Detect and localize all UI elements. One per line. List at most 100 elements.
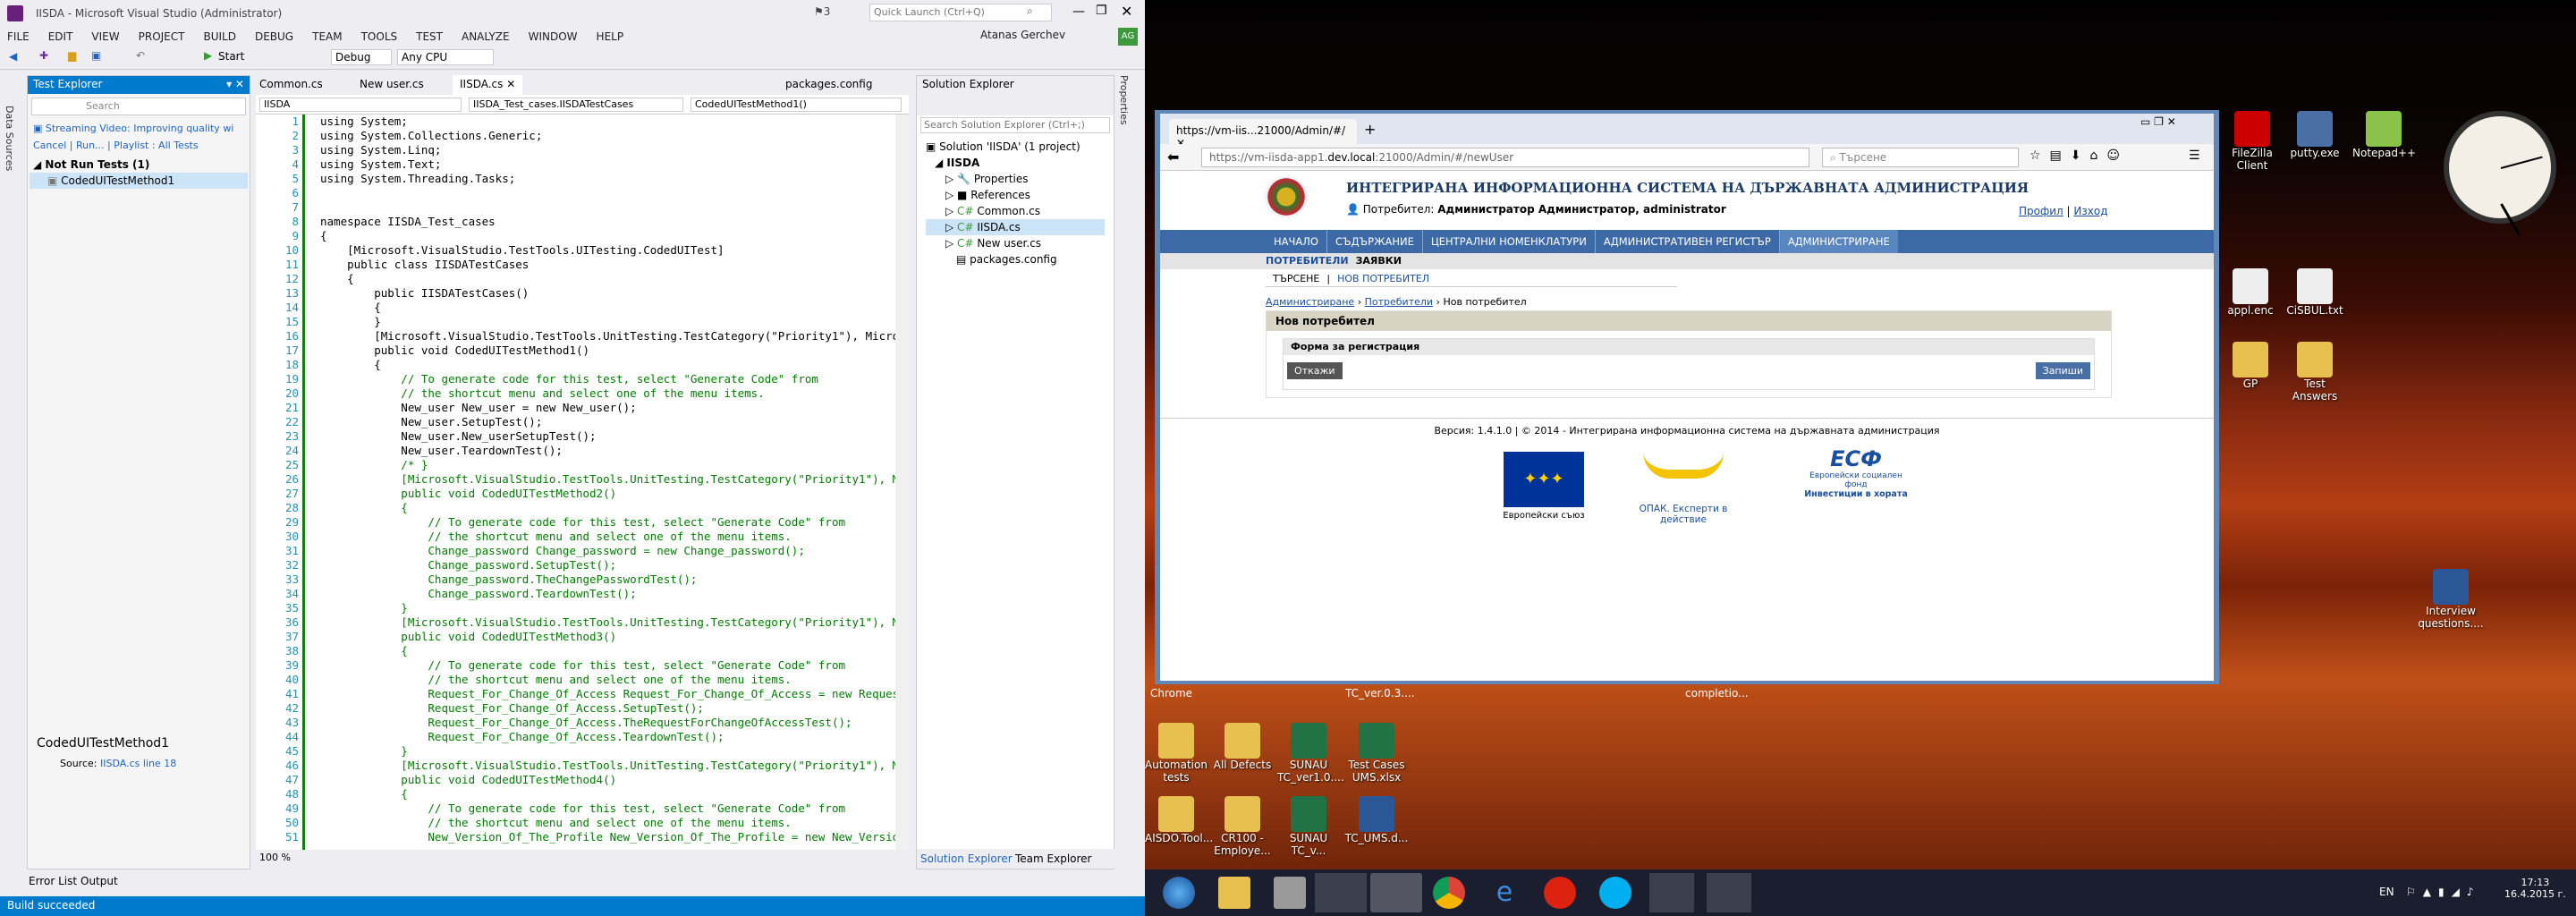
- pin-icon[interactable]: ▾ ✕: [226, 78, 244, 90]
- tree-item-iisda-cs[interactable]: ▷ C# IISDA.cs: [926, 219, 1105, 235]
- visual-studio-taskbar-icon[interactable]: [1649, 873, 1694, 912]
- code-line[interactable]: {: [320, 787, 909, 802]
- nav-home[interactable]: НАЧАЛО: [1266, 230, 1327, 253]
- desktop-icon-appl[interactable]: appl.enc: [2222, 268, 2279, 317]
- browser-search-input[interactable]: ⌕ Търсене: [1822, 148, 2019, 167]
- start-button[interactable]: [1163, 877, 1195, 909]
- desktop-icon-sunau-tc[interactable]: SUNAU TC_ver1.0....: [1277, 723, 1344, 784]
- open-folder-icon[interactable]: ▆: [68, 49, 76, 62]
- close-icon[interactable]: ✕: [506, 78, 515, 90]
- back-icon[interactable]: ◀: [9, 50, 17, 63]
- desktop-icon-sunau-tc2[interactable]: SUNAU TC_v...: [1277, 796, 1340, 857]
- platform-dropdown[interactable]: Any CPU: [397, 49, 494, 65]
- code-line[interactable]: using System;: [320, 114, 909, 129]
- code-line[interactable]: /* }: [320, 458, 909, 472]
- chrome-icon[interactable]: [1433, 877, 1465, 909]
- config-dropdown[interactable]: Debug: [331, 49, 392, 65]
- language-indicator[interactable]: EN: [2379, 886, 2394, 898]
- internet-explorer-icon[interactable]: e: [1488, 877, 1521, 909]
- code-line[interactable]: [Microsoft.VisualStudio.TestTools.UnitTe…: [320, 759, 909, 773]
- desktop-icon-filezilla[interactable]: FileZilla Client: [2225, 111, 2279, 172]
- menu-file[interactable]: FILE: [7, 30, 30, 43]
- code-line[interactable]: public void CodedUITestMethod1(): [320, 344, 909, 358]
- menu-icon[interactable]: ☰: [2189, 148, 2200, 163]
- app-taskbar-icon[interactable]: [1707, 873, 1751, 912]
- tab-new-user-cs[interactable]: New user.cs: [360, 78, 424, 90]
- explorer-icon[interactable]: [1218, 877, 1250, 909]
- tab-packages-config[interactable]: packages.config: [785, 78, 872, 90]
- nav-content[interactable]: СЪДЪРЖАНИЕ: [1327, 230, 1423, 253]
- code-line[interactable]: }: [320, 744, 909, 759]
- breadcrumb-users[interactable]: Потребители: [1365, 296, 1433, 308]
- desktop-icon-test-cases[interactable]: Test Cases UMS.xlsx: [1343, 723, 1410, 784]
- outlook-icon[interactable]: [1315, 873, 1367, 912]
- firefox-icon[interactable]: [1370, 873, 1422, 912]
- desktop-icon-notepadpp[interactable]: Notepad++: [2352, 111, 2416, 159]
- code-line[interactable]: Change_password.TheChangePasswordTest();: [320, 572, 909, 587]
- code-line[interactable]: public IISDATestCases(): [320, 286, 909, 301]
- new-tab-button[interactable]: +: [1364, 121, 1376, 138]
- maximize-button[interactable]: ❐: [1096, 4, 1107, 18]
- tab-common-cs[interactable]: Common.cs: [259, 78, 323, 90]
- code-line[interactable]: public void CodedUITestMethod2(): [320, 487, 909, 501]
- code-line[interactable]: [Microsoft.VisualStudio.TestTools.UITest…: [320, 243, 909, 258]
- code-line[interactable]: New_user.SetupTest();: [320, 415, 909, 429]
- code-line[interactable]: public void CodedUITestMethod3(): [320, 630, 909, 644]
- code-line[interactable]: Request_For_Change_Of_Access.SetupTest()…: [320, 701, 909, 716]
- code-line[interactable]: [320, 186, 909, 200]
- code-line[interactable]: New_user New_user = new New_user();: [320, 401, 909, 415]
- browser-toolbar-icons[interactable]: ☆▤⬇⌂☺: [2029, 148, 2129, 163]
- cancel-link[interactable]: Cancel: [33, 140, 66, 151]
- code-line[interactable]: using System.Text;: [320, 157, 909, 172]
- project-dropdown[interactable]: IISDA: [259, 98, 462, 112]
- quick-launch-input[interactable]: Quick Launch (Ctrl+Q): [869, 4, 1052, 21]
- tree-item-properties[interactable]: ▷ 🔧 Properties: [926, 171, 1105, 187]
- code-line[interactable]: // To generate code for this test, selec…: [320, 515, 909, 530]
- code-line[interactable]: [Microsoft.VisualStudio.TestTools.UnitTe…: [320, 329, 909, 344]
- code-line[interactable]: Request_For_Change_Of_Access.TheRequestF…: [320, 716, 909, 730]
- menu-test[interactable]: TEST: [416, 30, 443, 43]
- cancel-button[interactable]: Откажи: [1287, 362, 1343, 379]
- clock-gadget[interactable]: [2444, 111, 2556, 236]
- code-line[interactable]: New_user.New_userSetupTest();: [320, 429, 909, 444]
- code-line[interactable]: // the shortcut menu and select one of t…: [320, 673, 909, 687]
- zoom-level[interactable]: 100 %: [259, 852, 291, 863]
- code-line[interactable]: [320, 200, 909, 215]
- menu-help[interactable]: HELP: [597, 30, 624, 43]
- menu-team[interactable]: TEAM: [312, 30, 342, 43]
- subnav-requests[interactable]: ЗАЯВКИ: [1356, 255, 1402, 267]
- member-dropdown[interactable]: CodedUITestMethod1(): [691, 98, 902, 112]
- desktop-icon-putty[interactable]: putty.exe: [2288, 111, 2342, 159]
- code-line[interactable]: {: [320, 229, 909, 243]
- tab-team-explorer[interactable]: Team Explorer: [1015, 852, 1092, 865]
- editor-scrollbar[interactable]: [895, 114, 909, 850]
- code-line[interactable]: using System.Collections.Generic;: [320, 129, 909, 143]
- class-dropdown[interactable]: IISDA_Test_cases.IISDATestCases: [469, 98, 683, 112]
- code-line[interactable]: namespace IISDA_Test_cases: [320, 215, 909, 229]
- desktop-label-tc[interactable]: TC_ver.0.3....: [1345, 687, 1414, 700]
- project-node[interactable]: ◢ IISDA: [926, 155, 1105, 171]
- back-icon[interactable]: ⬅: [1167, 148, 1179, 165]
- menu-build[interactable]: BUILD: [203, 30, 235, 43]
- save-button[interactable]: Запиши: [2035, 362, 2090, 379]
- desktop-icon-test-answers[interactable]: Test Answers: [2286, 342, 2343, 403]
- desktop-icon-interview[interactable]: Interview questions....: [2415, 569, 2487, 630]
- code-line[interactable]: using System.Threading.Tasks;: [320, 172, 909, 186]
- code-line[interactable]: // To generate code for this test, selec…: [320, 658, 909, 673]
- streaming-video-link[interactable]: ▣ Streaming Video: Improving quality wi: [28, 119, 250, 138]
- logout-link[interactable]: Изход: [2073, 205, 2107, 217]
- subnav-users[interactable]: ПОТРЕБИТЕЛИ: [1266, 255, 1349, 267]
- run-link[interactable]: Run...: [76, 140, 105, 151]
- code-editor[interactable]: 1 2 3 4 5 6 7 8 9 10 11 12 13 14 15 16 17 18 19 20 21 22 23 24 2…: [256, 114, 909, 850]
- code-line[interactable]: // To generate code for this test, selec…: [320, 802, 909, 816]
- tree-item-packages-config[interactable]: ▤ packages.config: [926, 251, 1105, 267]
- close-button[interactable]: ✕: [1121, 3, 1132, 20]
- nav-administration[interactable]: АДМИНИСТРИРАНЕ: [1779, 230, 1898, 253]
- desktop-icon-cr100[interactable]: CR100 - Employe...: [1211, 796, 1274, 857]
- desktop-label-chrome[interactable]: Chrome: [1150, 687, 1192, 700]
- solution-search-input[interactable]: Search Solution Explorer (Ctrl+;): [920, 117, 1110, 133]
- media-player-icon[interactable]: [1274, 877, 1306, 909]
- desktop-label-completion[interactable]: completio...: [1685, 687, 1749, 700]
- desktop-icon-all-defects[interactable]: All Defects: [1211, 723, 1274, 771]
- start-button[interactable]: Start: [218, 50, 244, 63]
